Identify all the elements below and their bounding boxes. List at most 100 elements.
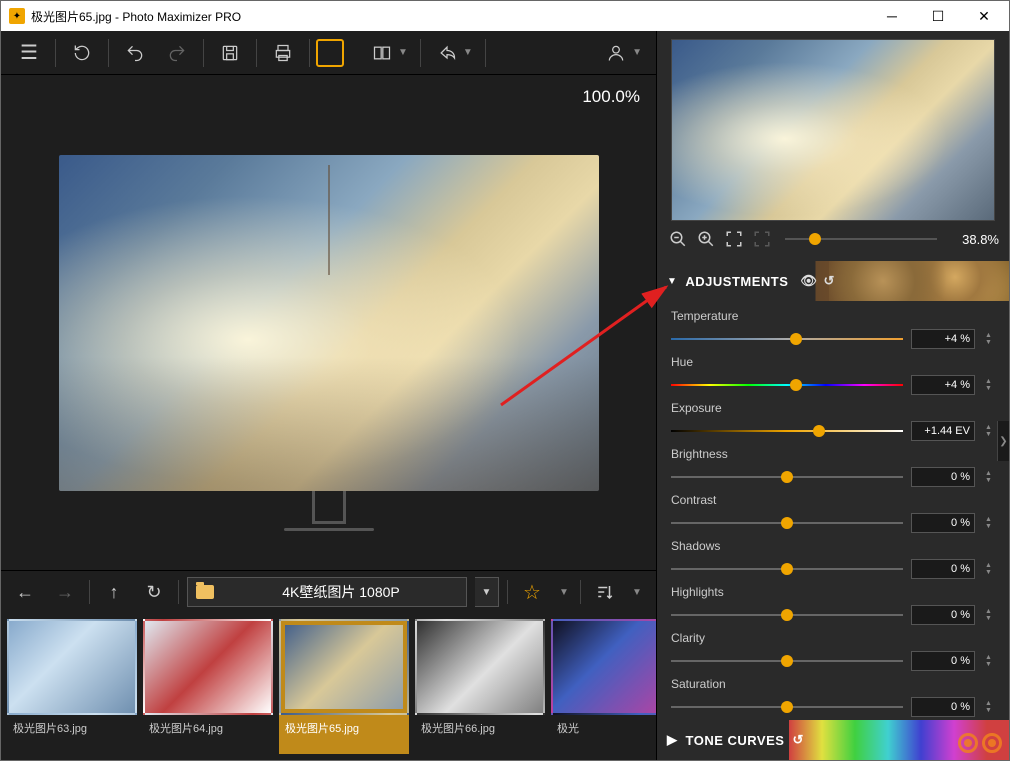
slider-knob[interactable]	[781, 701, 793, 713]
adjustment-label: Shadows	[671, 539, 995, 553]
main-image[interactable]	[59, 155, 599, 491]
adjustment-shadows: Shadows 0 % ▲▼	[671, 539, 995, 579]
value-input[interactable]: +1.44 EV	[911, 421, 975, 441]
zoom-in-button[interactable]	[695, 228, 717, 250]
slider-track[interactable]	[671, 706, 903, 708]
slider-track[interactable]	[671, 338, 903, 340]
titlebar: ✦ 极光图片65.jpg - Photo Maximizer PRO ─ ☐ ✕	[1, 1, 1009, 31]
expand-icon: ▶	[667, 732, 678, 748]
value-input[interactable]: 0 %	[911, 697, 975, 717]
menu-button[interactable]: ☰	[9, 33, 49, 73]
zoom-out-button[interactable]	[667, 228, 689, 250]
monitor-stand-deco	[229, 491, 429, 531]
close-button[interactable]: ✕	[961, 1, 1007, 31]
thumbnail-image	[415, 619, 545, 715]
save-button[interactable]	[210, 33, 250, 73]
slider-knob[interactable]	[790, 379, 802, 391]
value-stepper[interactable]: ▲▼	[985, 332, 995, 346]
thumbnail-image	[551, 619, 656, 715]
value-stepper[interactable]: ▲▼	[985, 608, 995, 622]
value-input[interactable]: +4 %	[911, 375, 975, 395]
preview-zoom-value: 38.8%	[949, 232, 999, 247]
slider-knob[interactable]	[781, 517, 793, 529]
adjustment-temperature: Temperature +4 % ▲▼	[671, 309, 995, 349]
adjustments-header[interactable]: ▼ ADJUSTMENTS 👁↺	[657, 261, 1009, 301]
preview-image[interactable]	[671, 39, 995, 221]
share-dropdown[interactable]: ▼	[463, 47, 473, 58]
adjustment-label: Hue	[671, 355, 995, 369]
thumbnail[interactable]: 极光图片63.jpg	[7, 619, 137, 754]
zoom-actual-button[interactable]	[751, 228, 773, 250]
slider-knob[interactable]	[781, 655, 793, 667]
value-stepper[interactable]: ▲▼	[985, 516, 995, 530]
sort-button[interactable]	[589, 576, 621, 608]
thumbnail[interactable]: 极光图片64.jpg	[143, 619, 273, 754]
value-input[interactable]: 0 %	[911, 467, 975, 487]
account-button[interactable]	[596, 33, 636, 73]
slider-track[interactable]	[671, 522, 903, 524]
print-button[interactable]	[263, 33, 303, 73]
collapse-icon: ▼	[667, 276, 677, 287]
value-input[interactable]: +4 %	[911, 329, 975, 349]
favorite-dropdown[interactable]: ▼	[556, 587, 572, 598]
slider-track[interactable]	[671, 476, 903, 478]
value-stepper[interactable]: ▲▼	[985, 562, 995, 576]
slider-knob[interactable]	[781, 471, 793, 483]
undo-button[interactable]	[115, 33, 155, 73]
slider-track[interactable]	[671, 614, 903, 616]
value-input[interactable]: 0 %	[911, 513, 975, 533]
slider-knob[interactable]	[781, 563, 793, 575]
slider-track[interactable]	[671, 568, 903, 570]
slider-knob[interactable]	[790, 333, 802, 345]
share-button[interactable]	[427, 33, 467, 73]
adjustment-hue: Hue +4 % ▲▼	[671, 355, 995, 395]
tonecurves-header[interactable]: ▶ TONE CURVES ↺	[657, 720, 1009, 760]
view-compare-dropdown[interactable]: ▼	[398, 47, 408, 58]
value-stepper[interactable]: ▲▼	[985, 470, 995, 484]
favorite-button[interactable]: ☆	[516, 580, 548, 605]
preview-zoom-slider[interactable]	[785, 238, 937, 240]
thumbnail[interactable]: 极光图片65.jpg	[279, 619, 409, 754]
nav-forward-button[interactable]: →	[49, 576, 81, 608]
slider-track[interactable]	[671, 430, 903, 432]
value-stepper[interactable]: ▲▼	[985, 378, 995, 392]
maximize-button[interactable]: ☐	[915, 1, 961, 31]
adjustment-saturation: Saturation 0 % ▲▼	[671, 677, 995, 717]
view-compare-button[interactable]	[362, 33, 402, 73]
slider-knob[interactable]	[813, 425, 825, 437]
panel-actions[interactable]: ↺	[792, 732, 803, 748]
canvas-area: 100.0%	[1, 75, 656, 570]
value-stepper[interactable]: ▲▼	[985, 700, 995, 714]
value-stepper[interactable]: ▲▼	[985, 424, 995, 438]
slider-track[interactable]	[671, 384, 903, 386]
redo-button[interactable]	[157, 33, 197, 73]
main-toolbar: ☰	[1, 31, 656, 75]
value-stepper[interactable]: ▲▼	[985, 654, 995, 668]
slider-track[interactable]	[671, 660, 903, 662]
path-dropdown[interactable]: ▼	[475, 577, 499, 607]
nav-up-button[interactable]: ↑	[98, 576, 130, 608]
adjustment-exposure: Exposure +1.44 EV ▲▼	[671, 401, 995, 441]
nav-refresh-button[interactable]: ↻	[138, 576, 170, 608]
path-input[interactable]: 4K壁纸图片 1080P	[187, 577, 467, 607]
slider-knob[interactable]	[781, 609, 793, 621]
thumbnail[interactable]: 极光	[551, 619, 656, 754]
zoom-fit-button[interactable]	[723, 228, 745, 250]
thumbnail-label: 极光图片63.jpg	[7, 715, 137, 741]
minimize-button[interactable]: ─	[869, 1, 915, 31]
thumbnail-label: 极光图片64.jpg	[143, 715, 273, 741]
folder-icon	[196, 585, 214, 599]
panel-actions[interactable]: 👁↺	[800, 273, 834, 289]
revert-button[interactable]	[62, 33, 102, 73]
sort-dropdown[interactable]: ▼	[629, 587, 645, 598]
account-dropdown[interactable]: ▼	[632, 47, 642, 58]
thumbnail[interactable]: 极光图片66.jpg	[415, 619, 545, 754]
value-input[interactable]: 0 %	[911, 559, 975, 579]
adjustment-label: Exposure	[671, 401, 995, 415]
value-input[interactable]: 0 %	[911, 605, 975, 625]
value-input[interactable]: 0 %	[911, 651, 975, 671]
nav-back-button[interactable]: ←	[9, 576, 41, 608]
view-single-button[interactable]	[316, 39, 344, 67]
expand-panel-button[interactable]: ❯	[997, 421, 1009, 461]
preview-panel: 38.8%	[657, 31, 1009, 261]
